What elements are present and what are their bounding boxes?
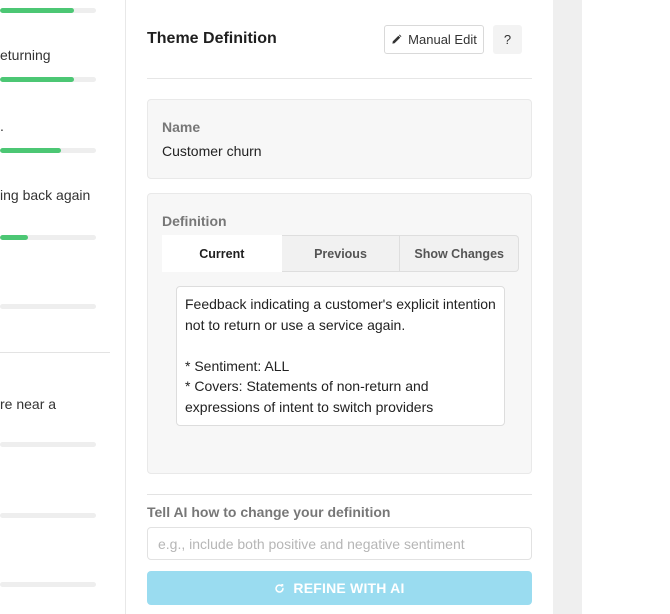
refresh-icon [275,583,285,593]
refine-with-ai-button[interactable]: REFINE WITH AI [147,571,532,605]
progress-bar-fill [0,77,74,82]
page-title: Theme Definition [147,30,277,47]
progress-bar [0,148,96,153]
progress-bar [0,77,96,82]
progress-bar-fill [0,8,74,13]
definition-tabs: Current Previous Show Changes [162,235,520,272]
pencil-icon [392,34,402,44]
definition-line: * Covers: Statements of non-return and [185,378,429,394]
definition-line: Feedback indicating a customer's explici… [185,296,496,312]
name-card: Name Customer churn [147,99,532,179]
help-button[interactable]: ? [493,25,522,54]
definition-blank-line [185,335,496,356]
progress-bar [0,442,96,447]
list-item-text[interactable]: . [0,118,4,134]
manual-edit-label: Manual Edit [408,32,477,47]
list-item-text[interactable]: re near a [0,396,56,412]
panel-backdrop [553,0,582,614]
definition-line: expressions of intent to switch provider… [185,398,434,415]
name-label: Name [162,119,201,135]
definition-card: Definition Current Previous Show Changes… [147,193,532,474]
tab-show-changes[interactable]: Show Changes [400,235,520,272]
progress-bar [0,582,96,587]
list-item-text[interactable]: ing back again [0,187,90,203]
theme-definition-panel: Theme Definition Manual Edit ? Name Cust… [126,0,553,614]
tab-previous[interactable]: Previous [281,235,401,272]
progress-bar [0,8,96,13]
definition-line: * Sentiment: ALL [185,357,290,374]
manual-edit-button[interactable]: Manual Edit [384,25,484,54]
progress-bar [0,304,96,309]
definition-label: Definition [162,213,227,229]
progress-bar-fill [0,148,62,153]
header-divider [147,78,532,79]
refine-button-label: REFINE WITH AI [293,580,405,596]
panel-gutter [111,0,126,614]
page-background [582,0,670,614]
theme-list-panel: eturning . ing back again re near a [0,0,112,614]
refine-instruction-input[interactable] [147,527,532,560]
section-divider [147,494,532,495]
progress-bar-fill [0,235,28,240]
progress-bar [0,235,96,240]
definition-text-box[interactable]: Feedback indicating a customer's explici… [176,286,505,426]
definition-line: not to return or use a service again. [185,316,406,333]
list-divider [0,352,110,353]
refine-label: Tell AI how to change your definition [147,504,391,520]
progress-bar [0,513,96,518]
tab-current[interactable]: Current [162,235,282,272]
name-value: Customer churn [162,143,262,159]
list-item-text[interactable]: eturning [0,47,51,63]
